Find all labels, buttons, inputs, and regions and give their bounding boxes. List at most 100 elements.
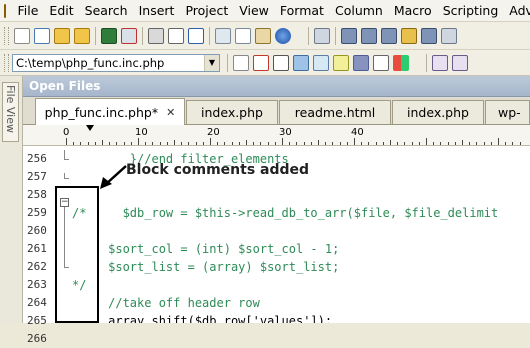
- find-next-icon[interactable]: [361, 27, 377, 44]
- ruler-tick: [469, 142, 471, 145]
- tab-readme[interactable]: readme.html: [279, 100, 391, 124]
- menu-search[interactable]: Search: [79, 0, 133, 22]
- file-path-combo[interactable]: C:\temp\php_func.inc.php ▼: [12, 53, 220, 72]
- menu-scripting[interactable]: Scripting: [437, 0, 504, 22]
- ruler-tick: [303, 142, 305, 145]
- new-template-icon[interactable]: [34, 27, 50, 44]
- tab-label: wp-: [498, 105, 521, 120]
- link-icon[interactable]: [373, 54, 389, 71]
- line-number-gutter: 256 257 258 259 260 261 262 263 264 265 266: [23, 146, 58, 345]
- line-number: 257: [27, 170, 47, 183]
- file-tab-bar: php_func.inc.php* ✕ index.php readme.htm…: [23, 97, 530, 125]
- tab-index-php-2[interactable]: index.php: [392, 100, 484, 124]
- code-line[interactable]: $sort_list = (array) $sort_list;: [72, 258, 339, 276]
- sql-icon[interactable]: [313, 54, 329, 71]
- php-icon[interactable]: [353, 54, 369, 71]
- toolbar-separator: [142, 26, 143, 45]
- ruler-tick: [310, 142, 312, 145]
- annotation-box: [55, 186, 99, 323]
- ruler-tick: [375, 142, 377, 145]
- tab-label: php_func.inc.php*: [44, 104, 159, 120]
- paste-icon[interactable]: [255, 27, 271, 44]
- find-prev-icon[interactable]: [381, 27, 397, 44]
- dropdown-icon[interactable]: [413, 55, 421, 71]
- ruler-tick: [217, 142, 219, 145]
- tab-wp[interactable]: wp-: [485, 100, 530, 124]
- ruler-tick: [454, 142, 456, 145]
- edit-icon[interactable]: [452, 54, 468, 71]
- cursor-column-marker: [86, 125, 94, 131]
- ruler-tick: [296, 142, 298, 145]
- annotation-text: Block comments added: [126, 162, 310, 178]
- file-view-label: File View: [4, 85, 17, 134]
- code-line[interactable]: //take off header row: [72, 294, 260, 312]
- ruler-tick: [519, 142, 521, 145]
- cut-icon[interactable]: [215, 27, 231, 44]
- ruler-tick: [202, 142, 204, 145]
- find-icon[interactable]: [341, 27, 357, 44]
- code-line[interactable]: /* $db_row = $this->read_db_to_arr($file…: [72, 204, 498, 222]
- menu-advanced[interactable]: Advan: [504, 0, 530, 22]
- file-path-value: C:\temp\php_func.inc.php: [16, 55, 165, 70]
- ruler-tick: [440, 142, 442, 145]
- notepad-icon[interactable]: [333, 54, 349, 71]
- save-icon[interactable]: [101, 27, 117, 44]
- replace-icon[interactable]: [401, 27, 417, 44]
- ruler-tick: [94, 142, 96, 145]
- menu-insert[interactable]: Insert: [133, 0, 180, 22]
- file-view-tab[interactable]: File View: [2, 82, 19, 142]
- toolbar-grip[interactable]: [4, 26, 9, 45]
- dropdown-icon[interactable]: [295, 28, 303, 44]
- upload-icon[interactable]: [314, 27, 330, 44]
- word-icon[interactable]: [188, 27, 204, 44]
- copy-icon[interactable]: [235, 27, 251, 44]
- find-in-files-icon[interactable]: [421, 27, 437, 44]
- print-icon[interactable]: [148, 27, 164, 44]
- chevron-down-icon[interactable]: ▼: [204, 54, 219, 71]
- menu-bar: File Edit Search Insert Project View For…: [0, 0, 530, 22]
- menu-project[interactable]: Project: [180, 0, 234, 22]
- line-number: 258: [27, 188, 47, 201]
- ruler-tick: [210, 138, 211, 145]
- new-file-icon[interactable]: [14, 27, 30, 44]
- yahoo-icon[interactable]: [253, 54, 269, 71]
- toolbar-grip[interactable]: [4, 53, 9, 72]
- blue-circle-icon[interactable]: [275, 27, 291, 44]
- ruler-label: 40: [351, 127, 364, 138]
- wave-icon[interactable]: [293, 54, 309, 71]
- pen-icon[interactable]: [432, 54, 448, 71]
- menu-file[interactable]: File: [12, 0, 44, 22]
- close-file-icon[interactable]: [121, 27, 137, 44]
- menu-macro[interactable]: Macro: [388, 0, 437, 22]
- tab-index-php[interactable]: index.php: [186, 100, 278, 124]
- ruler-tick: [490, 142, 492, 145]
- goto-icon[interactable]: [441, 27, 457, 44]
- ruler-tick: [318, 140, 319, 145]
- print-preview-icon[interactable]: [168, 27, 184, 44]
- ruler-tick: [289, 142, 291, 145]
- ruler-tick: [476, 142, 478, 145]
- open-folder-icon[interactable]: [54, 27, 70, 44]
- ruler-tick: [159, 142, 161, 145]
- ruler-tick: [274, 142, 276, 145]
- wikipedia-icon[interactable]: [273, 54, 289, 71]
- main-toolbar: [0, 22, 530, 50]
- ruler-tick: [361, 142, 363, 145]
- toolbar-separator: [335, 26, 336, 45]
- fold-tick: [64, 178, 69, 179]
- code-line[interactable]: array_shift($db_row['values']);: [72, 312, 332, 323]
- ruler-label: 30: [279, 127, 292, 138]
- ruler-tick: [498, 138, 499, 145]
- open-recent-icon[interactable]: [74, 27, 90, 44]
- code-line[interactable]: $sort_col = (int) $sort_col - 1;: [72, 240, 339, 258]
- tab-php-func[interactable]: php_func.inc.php* ✕: [35, 98, 185, 125]
- menu-edit[interactable]: Edit: [44, 0, 79, 22]
- windows-icon[interactable]: [393, 54, 409, 71]
- close-icon[interactable]: ✕: [166, 106, 175, 119]
- menu-view[interactable]: View: [234, 0, 275, 22]
- ruler-tick: [426, 138, 427, 145]
- menu-column[interactable]: Column: [329, 0, 388, 22]
- google-icon[interactable]: [233, 54, 249, 71]
- ruler-tick: [224, 142, 226, 145]
- menu-format[interactable]: Format: [274, 0, 329, 22]
